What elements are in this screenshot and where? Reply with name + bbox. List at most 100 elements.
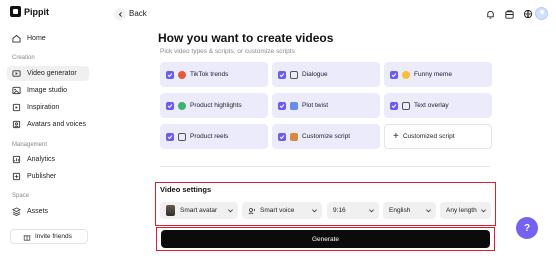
page-title: How you want to create videos [158,31,334,45]
invite-label: Invite friends [35,233,72,240]
select-value: Smart avatar [180,207,218,214]
sidebar-item-label: Home [27,35,46,42]
option-label: Product highlights [190,102,242,109]
analytics-icon [12,155,21,164]
brand-name: Pippit [24,6,49,17]
section-creation: Creation [12,55,35,61]
avatar-select[interactable]: Smart avatar [160,202,238,219]
inbox-icon[interactable] [503,8,515,20]
chevron-down-icon [480,207,487,214]
language-globe-icon[interactable] [522,8,534,20]
checkbox-checked-icon[interactable] [390,101,398,110]
sidebar-item-image-studio[interactable]: Image studio [7,83,89,98]
sidebar-item-label: Image studio [27,87,68,94]
avatar-thumbnail [166,205,175,216]
type-option-text-overlay[interactable]: Text overlay [384,93,492,118]
sidebar-item-analytics[interactable]: Analytics [7,152,89,167]
chat-emoji-icon [290,70,298,79]
home-icon [12,34,21,43]
question-icon: ? [523,222,531,234]
type-option-tiktok-trends[interactable]: TikTok trends [160,62,268,87]
checkbox-checked-icon[interactable] [166,70,174,79]
checkbox-checked-icon[interactable] [278,101,286,110]
sidebar-item-video-generator[interactable]: Video generator [7,66,89,81]
voice-icon [248,207,255,214]
text-frame-icon [402,101,410,110]
sparkle-emoji-icon [178,101,186,110]
video-icon [12,69,21,78]
voice-select[interactable]: Smart voice [242,202,322,219]
option-label: Funny meme [414,71,452,78]
reel-icon [178,132,186,141]
section-management: Management [12,142,48,148]
sidebar-item-label: Video generator [27,70,77,77]
sidebar-item-assets[interactable]: Assets [7,204,89,219]
logo-icon [10,6,21,17]
option-label: Customized script [402,133,455,140]
type-option-dialogue[interactable]: Dialogue [272,62,380,87]
avatar-icon [12,120,21,129]
sidebar-item-label: Inspiration [27,104,60,111]
chevron-down-icon [425,207,432,214]
help-button[interactable]: ? [516,217,538,239]
generate-button[interactable]: Generate [161,230,490,248]
fire-emoji-icon [178,70,186,79]
chevron-down-icon [227,207,234,214]
smile-emoji-icon [402,70,410,79]
option-label: Text overlay [414,102,449,109]
checkbox-checked-icon[interactable] [166,101,174,110]
type-option-product-reels[interactable]: Product reels [160,124,268,149]
type-option-customize-script[interactable]: Customize script [272,124,380,149]
checkbox-checked-icon[interactable] [278,70,286,79]
checkbox-checked-icon[interactable] [278,132,286,141]
option-label: Customize script [302,133,351,140]
chevron-down-icon [368,207,375,214]
aspect-ratio-select[interactable]: 9:16 [327,202,379,219]
sidebar-item-label: Avatars and voices [27,121,87,128]
sidebar-item-publisher[interactable]: Publisher [7,169,89,184]
sidebar-item-label: Publisher [27,173,57,180]
plus-icon: + [393,130,399,142]
sidebar-item-label: Assets [27,208,49,215]
user-avatar[interactable] [535,7,548,20]
assets-icon [12,207,21,216]
type-option-funny-meme[interactable]: Funny meme [384,62,492,87]
image-icon [12,86,21,95]
topbar-actions [484,8,534,20]
sidebar-item-home[interactable]: Home [7,31,89,46]
chevron-down-icon [311,207,318,214]
option-label: Dialogue [302,71,328,78]
back-button[interactable] [114,8,126,20]
chevron-left-icon [118,11,122,17]
select-value: Any length [446,207,477,214]
option-label: TikTok trends [190,71,229,78]
select-value: Smart voice [260,207,295,214]
sidebar-item-avatars-voices[interactable]: Avatars and voices [7,117,89,132]
brand-logo[interactable]: Pippit [10,6,49,17]
sidebar: Pippit Home Creation Video generator Ima… [0,0,97,264]
option-label: Product reels [190,133,229,140]
checkbox-checked-icon[interactable] [390,70,398,79]
sidebar-item-label: Analytics [27,156,56,163]
type-option-product-highlights[interactable]: Product highlights [160,93,268,118]
type-option-customized-script[interactable]: + Customized script [384,124,492,149]
page-subtitle: Pick video types & scripts, or customize… [160,48,295,55]
publisher-icon [12,172,21,181]
section-divider [160,166,490,167]
option-label: Plot twist [302,102,329,109]
length-select[interactable]: Any length [440,202,491,219]
select-value: 9:16 [333,207,346,214]
video-settings-title: Video settings [160,185,212,194]
invite-friends-button[interactable]: Invite friends [10,229,88,244]
sidebar-item-inspiration[interactable]: Inspiration [7,100,89,115]
language-select[interactable]: English [383,202,436,219]
back-label[interactable]: Back [129,9,147,18]
video-type-grid: TikTok trends Dialogue Funny meme Produc… [160,62,492,149]
twist-emoji-icon [290,101,298,110]
bell-icon[interactable] [484,8,496,20]
pencil-emoji-icon [290,132,298,141]
section-space: Space [12,193,30,199]
checkbox-checked-icon[interactable] [166,132,174,141]
type-option-plot-twist[interactable]: Plot twist [272,93,380,118]
inspiration-icon [12,103,21,112]
